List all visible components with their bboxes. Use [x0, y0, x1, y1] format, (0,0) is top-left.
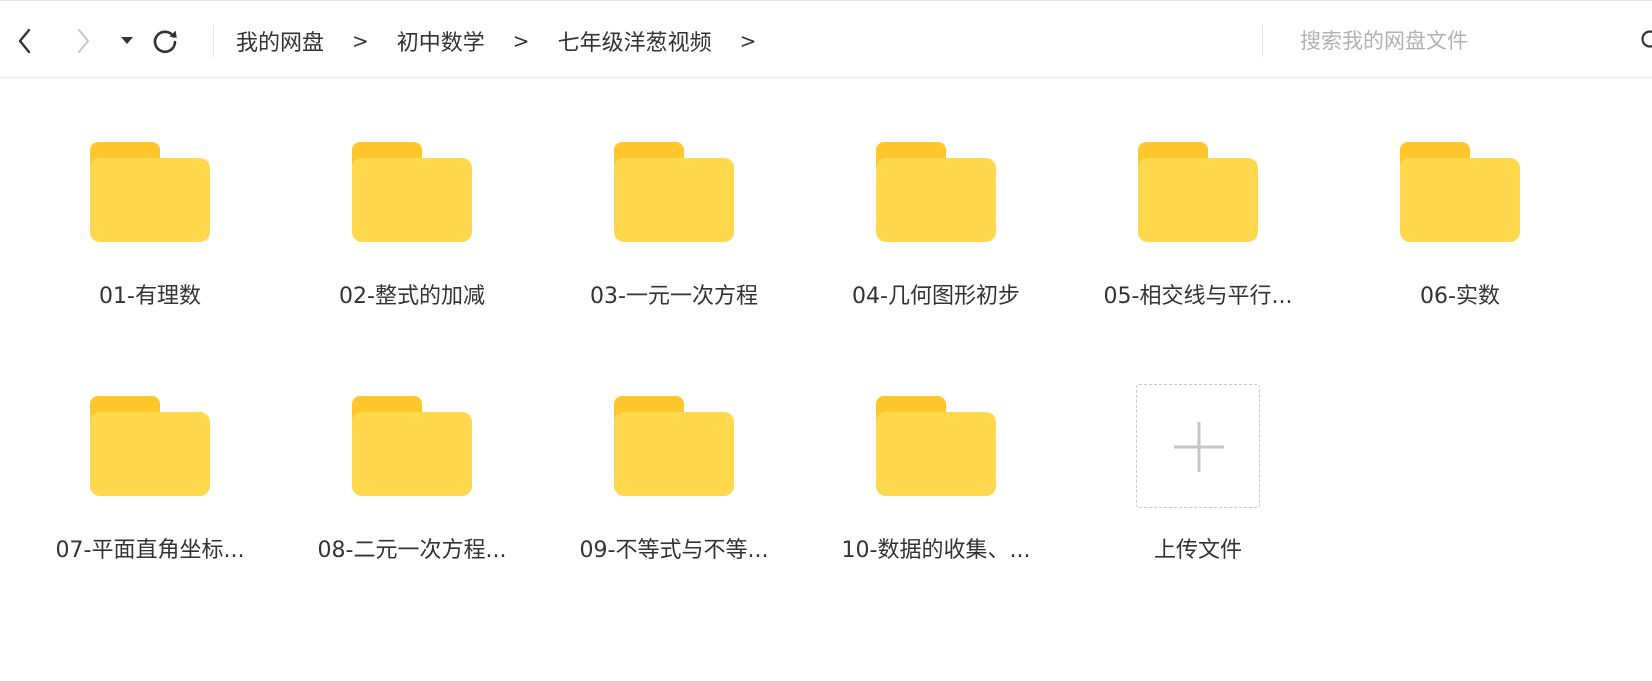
folder-icon [1400, 142, 1520, 242]
folder-name: 01-有理数 [99, 284, 201, 309]
folder-item[interactable]: 02-整式的加减 [290, 130, 534, 370]
history-dropdown-button[interactable] [116, 23, 138, 59]
search-box [1300, 23, 1652, 59]
folder-name: 06-实数 [1420, 284, 1500, 309]
folder-name: 07-平面直角坐标... [55, 538, 245, 563]
breadcrumb: 我的网盘 > 初中数学 > 七年级洋葱视频 > [236, 23, 756, 59]
breadcrumb-separator: > [352, 29, 369, 53]
folder-item[interactable]: 05-相交线与平行... [1076, 130, 1320, 370]
folder-item[interactable]: 09-不等式与不等... [552, 384, 796, 624]
toolbar: 我的网盘 > 初中数学 > 七年级洋葱视频 > [0, 0, 1652, 78]
folder-item[interactable]: 04-几何图形初步 [814, 130, 1058, 370]
plus-icon [1174, 422, 1224, 472]
folder-icon [90, 142, 210, 242]
folder-icon [352, 396, 472, 496]
folder-icon [352, 142, 472, 242]
upload-label: 上传文件 [1153, 538, 1242, 563]
folder-name: 02-整式的加减 [339, 284, 485, 309]
caret-down-icon [121, 37, 133, 44]
folder-name: 09-不等式与不等... [579, 538, 769, 563]
chevron-left-icon [18, 28, 31, 54]
breadcrumb-item-root[interactable]: 我的网盘 [236, 25, 324, 57]
back-button[interactable] [10, 23, 40, 59]
folder-name: 04-几何图形初步 [852, 284, 1020, 309]
folder-item[interactable]: 07-平面直角坐标... [28, 384, 272, 624]
folder-name: 10-数据的收集、... [841, 538, 1031, 563]
folder-icon [614, 396, 734, 496]
folder-name: 05-相交线与平行... [1103, 284, 1293, 309]
folder-item[interactable]: 03-一元一次方程 [552, 130, 796, 370]
folder-name: 03-一元一次方程 [590, 284, 758, 309]
folder-icon [614, 142, 734, 242]
folder-item[interactable]: 10-数据的收集、... [814, 384, 1058, 624]
breadcrumb-separator[interactable]: > [740, 29, 757, 53]
search-input[interactable] [1300, 29, 1620, 53]
upload-dropzone[interactable] [1136, 384, 1260, 508]
refresh-button[interactable] [150, 23, 180, 59]
search-divider [1262, 25, 1263, 57]
forward-button[interactable] [68, 23, 98, 59]
refresh-icon [153, 30, 177, 54]
folder-icon [1138, 142, 1258, 242]
folder-item[interactable]: 06-实数 [1338, 130, 1582, 370]
breadcrumb-item-current[interactable]: 七年级洋葱视频 [558, 25, 712, 57]
folder-icon [876, 396, 996, 496]
breadcrumb-separator: > [512, 29, 530, 53]
chevron-right-icon [78, 29, 89, 53]
breadcrumb-item-junior-math[interactable]: 初中数学 [397, 25, 485, 57]
folder-icon [90, 396, 210, 496]
folder-name: 08-二元一次方程... [317, 538, 507, 563]
folder-icon [876, 142, 996, 242]
folder-item[interactable]: 08-二元一次方程... [290, 384, 534, 624]
toolbar-divider [213, 25, 214, 57]
folder-item[interactable]: 01-有理数 [28, 130, 272, 370]
search-icon[interactable] [1640, 29, 1652, 53]
upload-file-button[interactable]: 上传文件 [1076, 384, 1320, 624]
